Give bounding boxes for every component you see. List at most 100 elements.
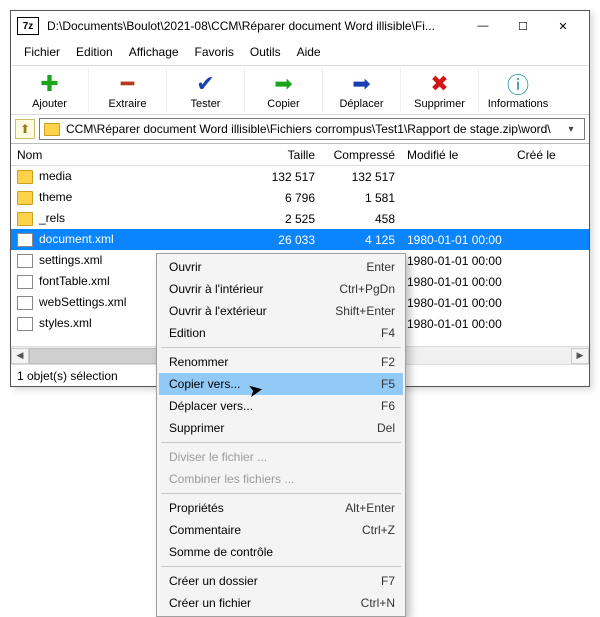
table-row[interactable]: _rels2 525458 <box>11 208 589 229</box>
file-name: fontTable.xml <box>39 274 110 288</box>
window-title: D:\Documents\Boulot\2021-08\CCM\Réparer … <box>47 19 463 33</box>
file-name: styles.xml <box>39 316 92 330</box>
menu-label: Créer un dossier <box>169 574 381 588</box>
menu-label: Ouvrir à l'extérieur <box>169 304 335 318</box>
menu-item[interactable]: Créer un fichierCtrl+N <box>159 592 403 614</box>
app-icon: 7z <box>17 17 39 35</box>
menu-separator <box>161 566 401 567</box>
menu-separator <box>161 347 401 348</box>
menu-label: Somme de contrôle <box>169 545 395 559</box>
toolbar-supprimer[interactable]: ✖Supprimer <box>401 68 479 112</box>
toolbar-extraire[interactable]: ━Extraire <box>89 68 167 112</box>
toolbar-label: Informations <box>488 98 549 110</box>
toolbar-ajouter[interactable]: ✚Ajouter <box>11 68 89 112</box>
menu-edition[interactable]: Edition <box>69 43 120 61</box>
menu-item[interactable]: Créer un dossierF7 <box>159 570 403 592</box>
menu-label: Propriétés <box>169 501 345 515</box>
toolbar-label: Tester <box>191 98 221 110</box>
file-name: settings.xml <box>39 253 102 267</box>
menu-affichage[interactable]: Affichage <box>122 43 186 61</box>
toolbar: ✚Ajouter━Extraire✔Tester➡Copier➡Déplacer… <box>11 65 589 115</box>
scroll-left-icon[interactable]: ◀ <box>11 348 29 364</box>
menu-label: Ouvrir à l'intérieur <box>169 282 339 296</box>
menu-item[interactable]: OuvrirEnter <box>159 256 403 278</box>
file-compressed: 458 <box>321 212 401 226</box>
file-compressed: 1 581 <box>321 191 401 205</box>
col-compressed[interactable]: Compressé <box>321 148 401 162</box>
menu-shortcut: Ctrl+N <box>361 596 395 610</box>
menu-item[interactable]: Ouvrir à l'extérieurShift+Enter <box>159 300 403 322</box>
menu-aide[interactable]: Aide <box>290 43 328 61</box>
menu-shortcut: F4 <box>381 326 395 340</box>
file-name: theme <box>39 190 72 204</box>
menu-item[interactable]: Copier vers...F5 <box>159 373 403 395</box>
chevron-down-icon[interactable]: ▾ <box>562 124 580 135</box>
tester-icon: ✔ <box>196 71 214 97</box>
file-name: document.xml <box>39 232 118 246</box>
table-row[interactable]: media132 517132 517 <box>11 166 589 187</box>
menu-label: Ouvrir <box>169 260 366 274</box>
up-icon[interactable]: ⬆ <box>15 119 35 139</box>
menu-shortcut: Enter <box>366 260 395 274</box>
menu-item[interactable]: PropriétésAlt+Enter <box>159 497 403 519</box>
maximize-button[interactable]: ☐ <box>503 12 543 40</box>
file-icon <box>17 233 33 247</box>
toolbar-informations[interactable]: ⓘInformations <box>479 68 557 112</box>
file-modified: 1980-01-01 00:00 <box>401 233 511 247</box>
menu-shortcut: Ctrl+PgDn <box>339 282 395 296</box>
supprimer-icon: ✖ <box>430 71 448 97</box>
menu-label: Renommer <box>169 355 381 369</box>
file-size: 26 033 <box>241 233 321 247</box>
close-button[interactable]: ✕ <box>543 12 583 40</box>
menu-item[interactable]: Somme de contrôle <box>159 541 403 563</box>
déplacer-icon: ➡ <box>352 71 370 97</box>
address-input[interactable]: CCM\Réparer document Word illisible\Fich… <box>39 118 585 140</box>
menu-outils[interactable]: Outils <box>243 43 288 61</box>
menu-label: Créer un fichier <box>169 596 361 610</box>
titlebar: 7z D:\Documents\Boulot\2021-08\CCM\Répar… <box>11 11 589 41</box>
toolbar-label: Ajouter <box>32 98 67 110</box>
toolbar-tester[interactable]: ✔Tester <box>167 68 245 112</box>
toolbar-label: Copier <box>267 98 299 110</box>
col-modified[interactable]: Modifié le <box>401 148 511 162</box>
table-row[interactable]: theme6 7961 581 <box>11 187 589 208</box>
menu-fichier[interactable]: Fichier <box>17 43 67 61</box>
file-icon <box>17 254 33 268</box>
menu-favoris[interactable]: Favoris <box>188 43 241 61</box>
menu-item[interactable]: SupprimerDel <box>159 417 403 439</box>
file-icon <box>17 296 33 310</box>
menubar: FichierEditionAffichageFavorisOutilsAide <box>11 41 589 65</box>
toolbar-déplacer[interactable]: ➡Déplacer <box>323 68 401 112</box>
menu-item[interactable]: EditionF4 <box>159 322 403 344</box>
menu-shortcut: Alt+Enter <box>345 501 395 515</box>
col-size[interactable]: Taille <box>241 148 321 162</box>
ajouter-icon: ✚ <box>40 71 58 97</box>
minimize-button[interactable]: ― <box>463 12 503 40</box>
copier-icon: ➡ <box>274 71 292 97</box>
menu-item: Combiner les fichiers ... <box>159 468 403 490</box>
menu-label: Combiner les fichiers ... <box>169 472 395 486</box>
toolbar-copier[interactable]: ➡Copier <box>245 68 323 112</box>
menu-item[interactable]: RenommerF2 <box>159 351 403 373</box>
file-name: _rels <box>39 211 65 225</box>
table-row[interactable]: document.xml26 0334 1251980-01-01 00:00 <box>11 229 589 250</box>
menu-label: Commentaire <box>169 523 362 537</box>
file-size: 132 517 <box>241 170 321 184</box>
menu-label: Déplacer vers... <box>169 399 381 413</box>
menu-item[interactable]: CommentaireCtrl+Z <box>159 519 403 541</box>
menu-item[interactable]: Ouvrir à l'intérieurCtrl+PgDn <box>159 278 403 300</box>
menu-item[interactable]: Déplacer vers...F6 <box>159 395 403 417</box>
menu-separator <box>161 493 401 494</box>
folder-icon <box>17 212 33 226</box>
col-name[interactable]: Nom <box>11 148 241 162</box>
status-selection: 1 objet(s) sélection <box>17 369 118 383</box>
file-modified: 1980-01-01 00:00 <box>401 275 511 289</box>
col-created[interactable]: Créé le <box>511 148 571 162</box>
file-icon <box>17 317 33 331</box>
menu-separator <box>161 442 401 443</box>
scroll-right-icon[interactable]: ▶ <box>571 348 589 364</box>
toolbar-label: Extraire <box>109 98 147 110</box>
menu-shortcut: Shift+Enter <box>335 304 395 318</box>
address-text: CCM\Réparer document Word illisible\Fich… <box>66 122 551 136</box>
file-modified: 1980-01-01 00:00 <box>401 254 511 268</box>
